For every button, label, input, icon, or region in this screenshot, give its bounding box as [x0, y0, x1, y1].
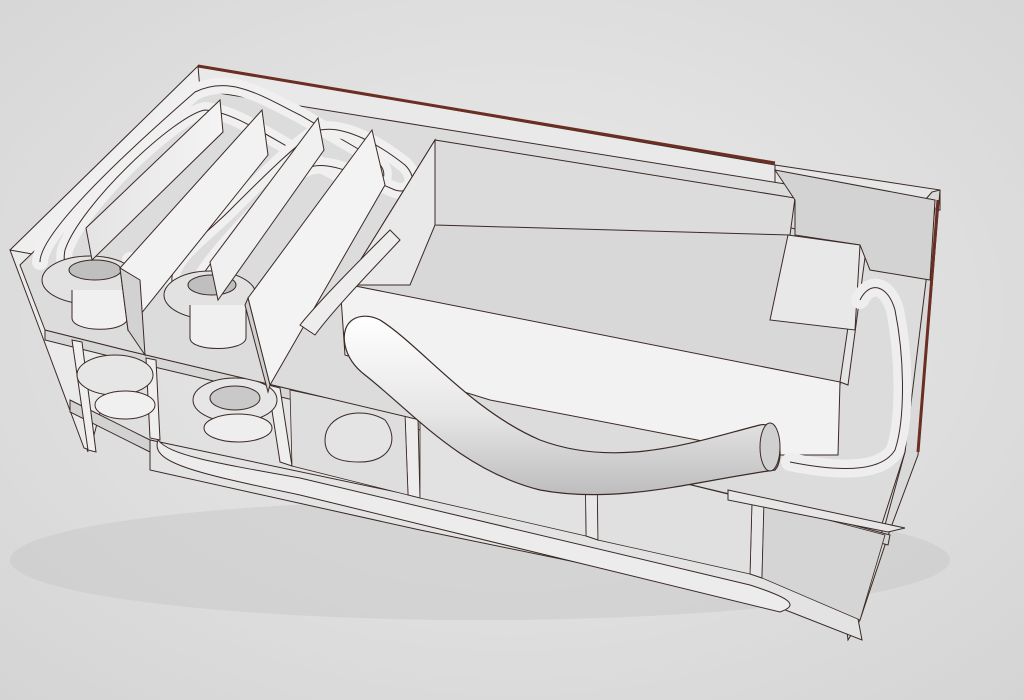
- spiral-bowl-1-body: [71, 290, 129, 330]
- lower-pod-1-bottom: [94, 390, 156, 420]
- lower-pod-2-bottom: [203, 413, 273, 443]
- lower-pod-2-inner: [209, 385, 261, 411]
- lower-partition-6: [749, 499, 765, 579]
- spiral-bowl-2-body: [189, 305, 247, 349]
- model-canvas: [0, 0, 1024, 700]
- lower-pod-3: [324, 412, 393, 463]
- lower-pod-1-top: [76, 354, 154, 396]
- architectural-model-render: [0, 0, 1024, 700]
- spiral-bowl-1-inner: [68, 259, 122, 281]
- tube-slide-end: [759, 422, 781, 472]
